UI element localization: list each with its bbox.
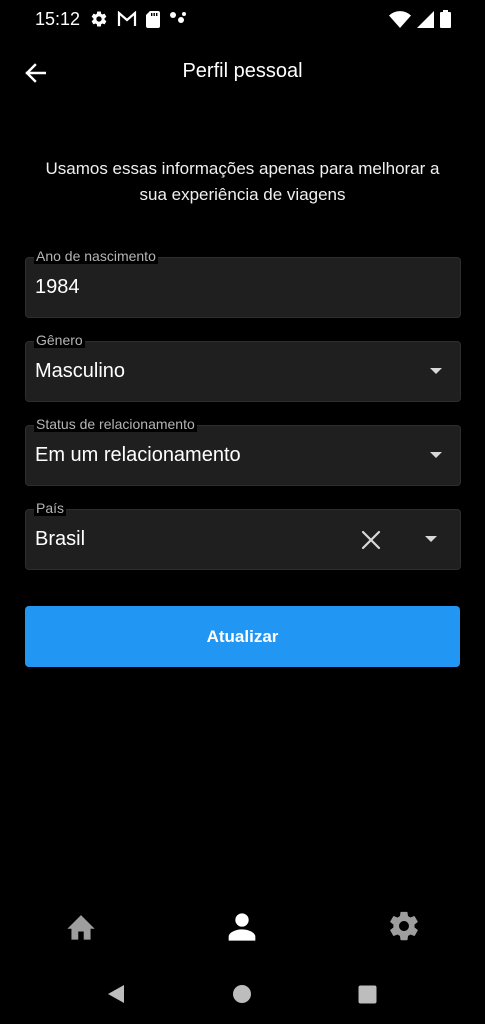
- settings-icon: [390, 911, 418, 941]
- gender-label: Gênero: [34, 332, 85, 348]
- relationship-value: Em um relacionamento: [35, 444, 241, 466]
- birth-year-label: Ano de nascimento: [34, 248, 158, 264]
- status-time: 15:12: [35, 9, 81, 29]
- nav-profile[interactable]: [220, 904, 264, 948]
- gender-value: Masculino: [35, 360, 126, 382]
- signal-icon: [417, 10, 434, 28]
- status-icons-right: [389, 10, 451, 28]
- clear-icon[interactable]: [360, 529, 382, 551]
- sd-card-icon: [146, 10, 160, 28]
- system-back-button[interactable]: [104, 982, 128, 1006]
- nav-settings[interactable]: [382, 904, 426, 948]
- gmail-icon: [117, 11, 137, 26]
- relationship-label: Status de relacionamento: [34, 416, 197, 432]
- intro-text: Usamos essas informações apenas para mel…: [45, 159, 440, 204]
- battery-icon: [440, 10, 451, 28]
- status-icons-left: [90, 10, 187, 28]
- home-circle-icon: [233, 985, 251, 1003]
- dropdown-arrow-icon: [430, 368, 442, 374]
- home-icon: [67, 915, 95, 940]
- country-value: Brasil: [35, 528, 86, 550]
- dots-icon: [170, 12, 186, 23]
- back-triangle-icon: [108, 985, 124, 1003]
- relationship-select[interactable]: Status de relacionamento Em um relaciona…: [25, 416, 461, 486]
- bottom-nav: [0, 894, 485, 958]
- gender-select[interactable]: Gênero Masculino: [25, 332, 461, 402]
- status-bar: 15:12: [0, 0, 485, 38]
- country-select[interactable]: País Brasil: [25, 500, 461, 570]
- person-icon: [228, 913, 256, 941]
- system-home-button[interactable]: [230, 982, 254, 1006]
- system-nav-bar: [0, 962, 485, 1024]
- dropdown-arrow-icon: [430, 452, 442, 458]
- page-title: Perfil pessoal: [182, 60, 303, 82]
- update-button[interactable]: Atualizar: [25, 606, 460, 667]
- wifi-icon: [389, 10, 411, 28]
- system-recents-button[interactable]: [355, 982, 379, 1006]
- country-label: País: [34, 500, 67, 516]
- recents-square-icon: [358, 985, 376, 1003]
- birth-year-value: 1984: [35, 276, 80, 298]
- gear-icon: [91, 11, 107, 27]
- birth-year-field[interactable]: Ano de nascimento 1984: [25, 248, 461, 318]
- dropdown-arrow-icon: [425, 536, 437, 542]
- nav-home[interactable]: [59, 904, 103, 948]
- app-bar: Perfil pessoal: [0, 44, 485, 100]
